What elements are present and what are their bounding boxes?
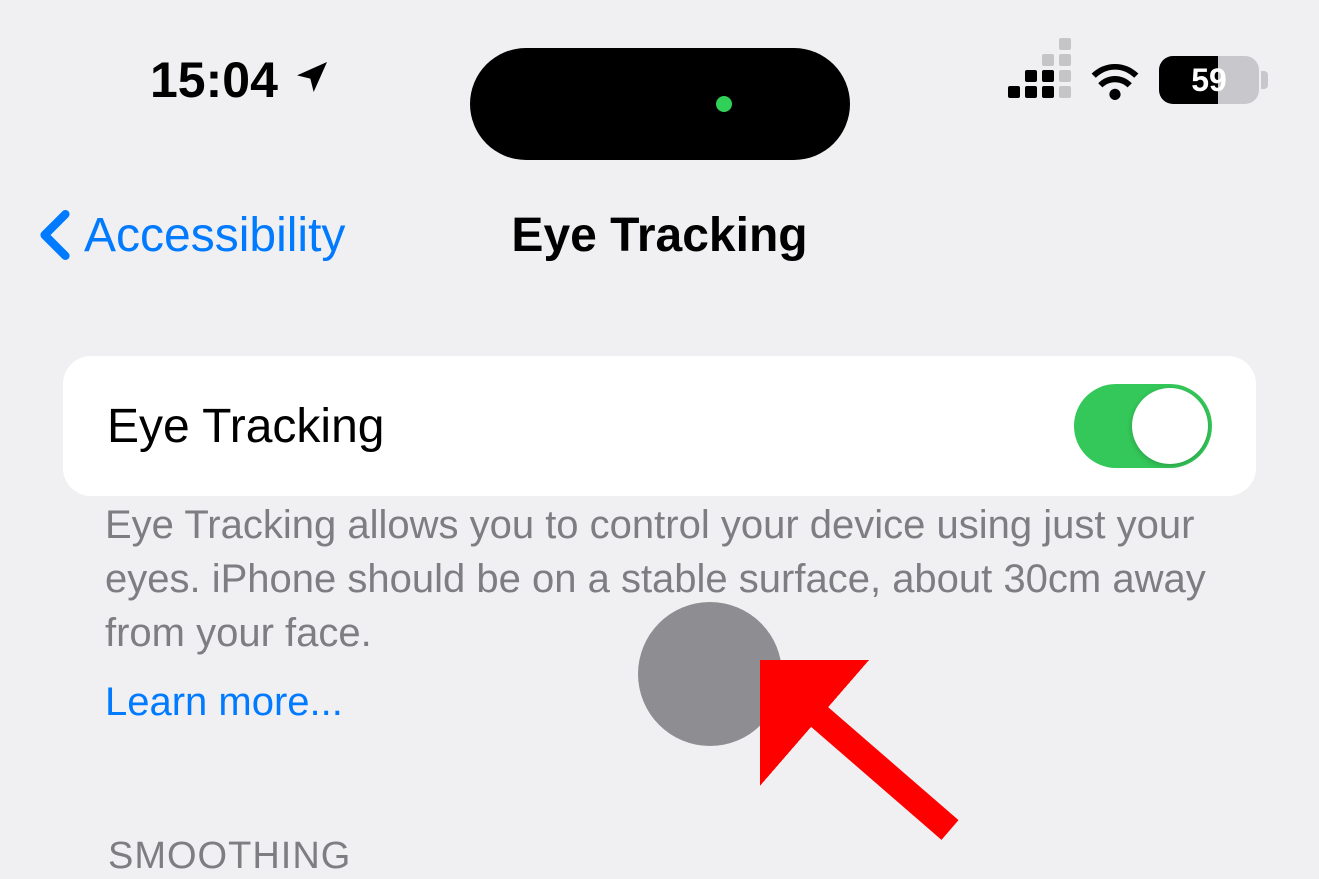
status-time: 15:04: [150, 51, 278, 109]
status-right: 59: [1008, 56, 1259, 104]
camera-indicator-icon: [716, 96, 732, 112]
back-label: Accessibility: [84, 208, 345, 263]
battery-icon: 59: [1159, 56, 1259, 104]
nav-bar: Accessibility Eye Tracking: [0, 195, 1319, 275]
dynamic-island: [470, 48, 850, 160]
toggle-knob: [1132, 388, 1208, 464]
learn-more-link[interactable]: Learn more...: [105, 680, 343, 725]
location-icon: [292, 51, 332, 109]
status-left: 15:04: [150, 51, 332, 109]
eye-tracking-label: Eye Tracking: [107, 399, 384, 454]
eye-tracking-toggle[interactable]: [1074, 384, 1212, 468]
gaze-cursor-icon: [638, 602, 782, 746]
section-header-smoothing: SMOOTHING: [108, 835, 351, 878]
annotation-arrow-icon: [760, 660, 980, 865]
status-bar: 15:04 59: [0, 0, 1319, 160]
chevron-left-icon: [40, 210, 70, 260]
cellular-signal-icon: [1008, 62, 1071, 98]
eye-tracking-row[interactable]: Eye Tracking: [63, 356, 1256, 496]
page-title: Eye Tracking: [511, 208, 807, 263]
battery-percent: 59: [1159, 62, 1259, 99]
wifi-icon: [1091, 60, 1139, 100]
back-button[interactable]: Accessibility: [40, 208, 345, 263]
